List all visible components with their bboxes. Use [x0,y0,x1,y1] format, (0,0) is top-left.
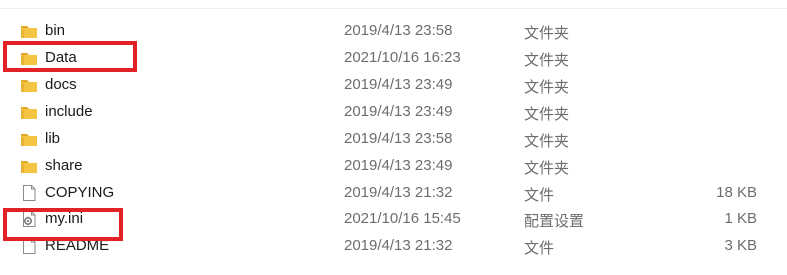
file-row-include[interactable]: include 2019/4/13 23:49 文件夹 [0,99,770,126]
file-type: 文件 [524,187,555,204]
file-row-copying[interactable]: COPYING 2019/4/13 21:32 文件 18 KB [0,180,770,207]
file-size: 1 KB [724,210,757,227]
folder-icon [20,158,38,174]
folder-icon [20,23,38,39]
file-type: 文件夹 [524,79,570,96]
file-date: 2021/10/16 15:45 [344,210,461,227]
file-date: 2019/4/13 23:49 [344,76,453,93]
file-type: 文件夹 [524,25,570,42]
file-row-lib[interactable]: lib 2019/4/13 23:58 文件夹 [0,126,770,153]
file-date: 2019/4/13 21:32 [344,184,453,201]
file-row-docs[interactable]: docs 2019/4/13 23:49 文件夹 [0,72,770,99]
file-date: 2019/4/13 23:49 [344,157,453,174]
folder-icon [20,104,38,120]
file-name: bin [45,22,66,39]
file-name: COPYING [45,184,115,201]
top-divider [0,0,787,9]
highlight-box-my-ini [3,208,123,241]
file-name: lib [45,130,61,147]
file-type: 文件夹 [524,160,570,177]
file-type: 文件夹 [524,106,570,123]
file-name: share [45,157,83,174]
file-type: 配置设置 [524,213,585,230]
file-date: 2019/4/13 21:32 [344,237,453,254]
file-name: docs [45,76,77,93]
file-size: 18 KB [716,184,757,201]
file-row-share[interactable]: share 2019/4/13 23:49 文件夹 [0,153,770,180]
folder-icon [20,131,38,147]
file-date: 2019/4/13 23:49 [344,103,453,120]
file-date: 2019/4/13 23:58 [344,22,453,39]
file-list: bin 2019/4/13 23:58 文件夹 Data 2021/10/16 … [0,0,787,275]
folder-icon [20,77,38,93]
highlight-box-data [3,41,137,72]
document-icon [20,185,38,201]
file-type: 文件 [524,240,555,257]
file-date: 2019/4/13 23:58 [344,130,453,147]
file-type: 文件夹 [524,52,570,69]
file-type: 文件夹 [524,133,570,150]
file-size: 3 KB [724,237,757,254]
file-name: include [45,103,93,120]
file-date: 2021/10/16 16:23 [344,49,461,66]
